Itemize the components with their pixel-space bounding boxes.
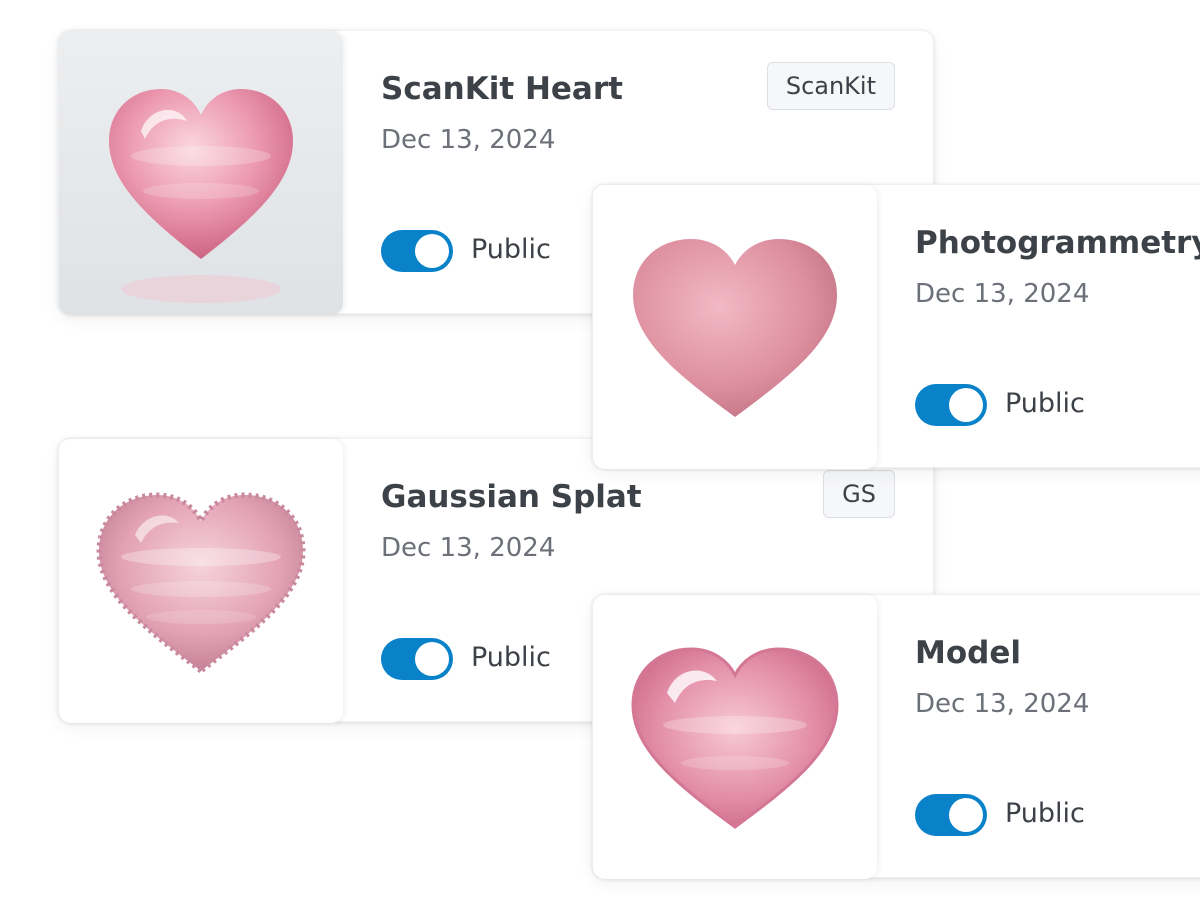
glass-pink-heart-icon	[631, 647, 839, 829]
model-title: Model	[915, 635, 1021, 671]
public-toggle-label: Public	[471, 642, 551, 673]
model-date: Dec 13, 2024	[381, 125, 556, 155]
model-title: Photogrammetry	[915, 225, 1200, 261]
public-toggle[interactable]	[915, 384, 987, 426]
model-date: Dec 13, 2024	[915, 689, 1090, 719]
model-card-model[interactable]: Model Dec 13, 2024 Public	[592, 594, 1200, 879]
public-toggle-label: Public	[1005, 388, 1085, 419]
model-date: Dec 13, 2024	[915, 279, 1090, 309]
toggle-knob	[415, 234, 449, 268]
model-thumbnail[interactable]	[59, 31, 343, 315]
public-toggle[interactable]	[915, 794, 987, 836]
toggle-knob	[949, 388, 983, 422]
model-thumbnail[interactable]	[593, 595, 877, 879]
public-toggle[interactable]	[381, 230, 453, 272]
model-title: Gaussian Splat	[381, 479, 642, 515]
splat-pink-heart-icon	[96, 492, 306, 675]
toggle-knob	[949, 798, 983, 832]
toggle-knob	[415, 642, 449, 676]
glossy-pink-heart-icon	[59, 31, 343, 315]
public-toggle-label: Public	[471, 234, 551, 265]
model-card-photogrammetry[interactable]: Photogrammetry Dec 13, 2024 Public	[592, 184, 1200, 469]
model-date: Dec 13, 2024	[381, 533, 556, 563]
model-thumbnail[interactable]	[59, 439, 343, 723]
model-thumbnail[interactable]	[593, 185, 877, 469]
source-badge: GS	[823, 470, 895, 518]
public-toggle-label: Public	[1005, 798, 1085, 829]
public-toggle[interactable]	[381, 638, 453, 680]
source-badge: ScanKit	[766, 62, 895, 110]
model-title: ScanKit Heart	[381, 71, 623, 107]
matte-pink-heart-icon	[633, 239, 837, 417]
